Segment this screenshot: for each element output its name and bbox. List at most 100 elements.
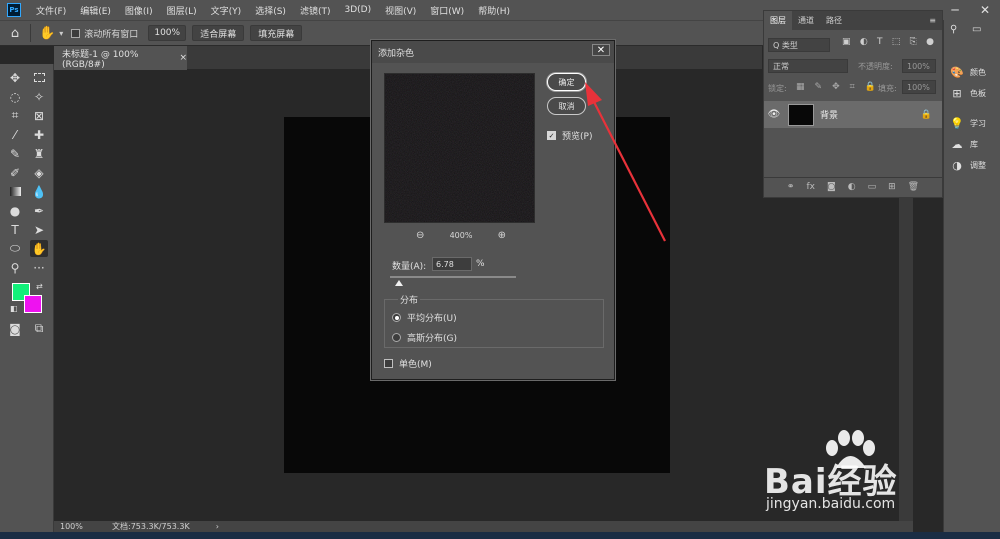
background-color-swatch[interactable] [24, 295, 42, 313]
crop-tool-icon[interactable]: ⌗ [6, 107, 24, 124]
dock-item-libraries[interactable]: ☁ 库 [950, 138, 979, 151]
link-layers-icon[interactable]: ⚭ [787, 182, 795, 192]
blur-tool-icon[interactable]: 💧 [30, 183, 48, 200]
eyedropper-tool-icon[interactable]: ⁄ [6, 126, 24, 143]
dock-item-color[interactable]: 🎨 颜色 [950, 66, 986, 79]
monochrome-checkbox[interactable] [384, 359, 393, 368]
move-tool-icon[interactable]: ✥ [6, 69, 24, 86]
menu-3d[interactable]: 3D(D) [337, 5, 378, 15]
hand-tool-icon[interactable]: ✋ [30, 240, 48, 257]
adjustment-filter-icon[interactable]: ◐ [860, 37, 868, 47]
gaussian-radio[interactable] [392, 333, 401, 342]
more-tools-icon[interactable]: ··· [30, 259, 48, 276]
default-colors-icon[interactable]: ◧ [10, 304, 18, 313]
zoom-out-icon[interactable]: ⊖ [416, 230, 424, 241]
fill-field[interactable]: 100% [902, 80, 936, 94]
adjustment-layer-icon[interactable]: ◐ [848, 182, 856, 192]
menu-filter[interactable]: 滤镜(T) [293, 4, 338, 17]
layer-kind-filter[interactable]: Q 类型 [768, 38, 830, 52]
close-tab-icon[interactable]: × [179, 53, 187, 63]
lock-pixels-icon[interactable]: ✎ [815, 82, 823, 92]
healing-brush-tool-icon[interactable]: ✚ [30, 126, 48, 143]
path-selection-tool-icon[interactable]: ➤ [30, 221, 48, 238]
menu-view[interactable]: 视图(V) [378, 4, 423, 17]
quick-mask-icon[interactable]: ◙ [6, 320, 24, 337]
lock-position-icon[interactable]: ✥ [832, 82, 840, 92]
pen-tool-icon[interactable]: ✒ [30, 202, 48, 219]
menu-window[interactable]: 窗口(W) [423, 4, 471, 17]
screen-mode-icon[interactable]: ⧉ [30, 320, 48, 337]
lasso-tool-icon[interactable]: ◌ [6, 88, 24, 105]
menu-help[interactable]: 帮助(H) [471, 4, 517, 17]
type-filter-icon[interactable]: T [877, 37, 883, 47]
tool-preset-chevron-icon[interactable]: ▾ [59, 29, 63, 38]
magic-wand-tool-icon[interactable]: ✧ [30, 88, 48, 105]
preview-checkbox[interactable]: ✓ [547, 131, 556, 140]
status-zoom[interactable]: 100% [60, 522, 100, 531]
menu-layer[interactable]: 图层(L) [160, 4, 204, 17]
type-tool-icon[interactable]: T [6, 221, 24, 238]
fit-screen-button[interactable]: 适合屏幕 [192, 25, 245, 41]
dock-item-swatches[interactable]: ⊞ 色板 [950, 87, 986, 100]
menu-image[interactable]: 图像(I) [118, 4, 160, 17]
zoom-in-icon[interactable]: ⊕ [498, 230, 506, 241]
scroll-all-windows-checkbox[interactable]: 滚动所有窗口 [71, 27, 138, 40]
blend-mode-select[interactable]: 正常 [768, 59, 848, 73]
uniform-radio-row[interactable]: 平均分布(U) [392, 311, 457, 324]
amount-input[interactable]: 6.78 [432, 257, 472, 271]
layer-row-background[interactable]: 👁 背景 🔒 [764, 101, 942, 128]
menu-type[interactable]: 文字(Y) [204, 4, 249, 17]
lock-artboard-icon[interactable]: ⌗ [850, 82, 855, 92]
new-layer-icon[interactable]: ⊞ [888, 182, 896, 192]
menu-select[interactable]: 选择(S) [248, 4, 293, 17]
shape-filter-icon[interactable]: ⬚ [892, 37, 901, 47]
monochrome-checkbox-row[interactable]: 单色(M) [384, 357, 432, 370]
swap-colors-icon[interactable]: ⇄ [36, 282, 43, 291]
amount-slider-thumb[interactable] [395, 280, 403, 286]
dodge-tool-icon[interactable]: ● [6, 202, 24, 219]
brush-tool-icon[interactable]: ✎ [6, 145, 24, 162]
visibility-eye-icon[interactable]: 👁 [764, 109, 784, 120]
minimize-button[interactable]: ─ [940, 3, 970, 17]
fill-screen-button[interactable]: 填充屏幕 [250, 25, 303, 41]
eraser-tool-icon[interactable]: ◈ [30, 164, 48, 181]
filter-toggle-icon[interactable]: ● [926, 37, 934, 47]
dialog-close-button[interactable]: ✕ [592, 44, 610, 56]
zoom-percent-button[interactable]: 100% [148, 25, 187, 41]
gaussian-radio-row[interactable]: 高斯分布(G) [392, 331, 457, 344]
opacity-field[interactable]: 100% [902, 59, 936, 73]
layer-name[interactable]: 背景 [820, 108, 838, 121]
tab-paths[interactable]: 路径 [820, 11, 848, 30]
status-menu-arrow-icon[interactable]: › [216, 522, 219, 531]
checkbox-box[interactable] [71, 28, 81, 38]
dialog-title-bar[interactable]: 添加杂色 [372, 41, 614, 63]
ellipse-tool-icon[interactable]: ⬭ [6, 240, 24, 257]
smart-object-filter-icon[interactable]: ⎘ [910, 37, 917, 47]
workspace-switcher-icon[interactable]: ▭ [972, 24, 981, 35]
home-icon[interactable]: ⌂ [0, 26, 30, 41]
marquee-tool-icon[interactable] [30, 69, 48, 86]
amount-slider-track[interactable] [390, 276, 516, 278]
uniform-radio[interactable] [392, 313, 401, 322]
noise-preview[interactable] [384, 73, 535, 223]
hand-tool-icon[interactable]: ✋ [39, 26, 55, 41]
clone-stamp-tool-icon[interactable]: ♜ [30, 145, 48, 162]
window-close-button[interactable]: ✕ [970, 3, 1000, 17]
tab-layers[interactable]: 图层 [764, 11, 792, 30]
menu-edit[interactable]: 编辑(E) [73, 4, 118, 17]
dock-item-adjustments[interactable]: ◑ 调整 [950, 159, 986, 172]
lock-all-icon[interactable]: 🔒 [865, 82, 876, 92]
dock-item-learn[interactable]: 💡 学习 [950, 117, 986, 130]
document-tab[interactable]: 未标题-1 @ 100%(RGB/8#) × [54, 46, 187, 70]
delete-layer-icon[interactable]: 🗑 [908, 182, 919, 192]
tab-channels[interactable]: 通道 [792, 11, 820, 30]
gradient-tool-icon[interactable] [6, 183, 24, 200]
panel-menu-icon[interactable]: ≡ [923, 11, 942, 30]
zoom-tool-icon[interactable]: ⚲ [6, 259, 24, 276]
frame-tool-icon[interactable]: ⊠ [30, 107, 48, 124]
layer-style-icon[interactable]: fx [806, 182, 815, 192]
new-group-icon[interactable]: ▭ [868, 182, 877, 192]
add-mask-icon[interactable]: ◙ [827, 182, 836, 192]
lock-transparent-icon[interactable]: ▦ [796, 82, 805, 92]
pixel-filter-icon[interactable]: ▣ [842, 37, 851, 47]
